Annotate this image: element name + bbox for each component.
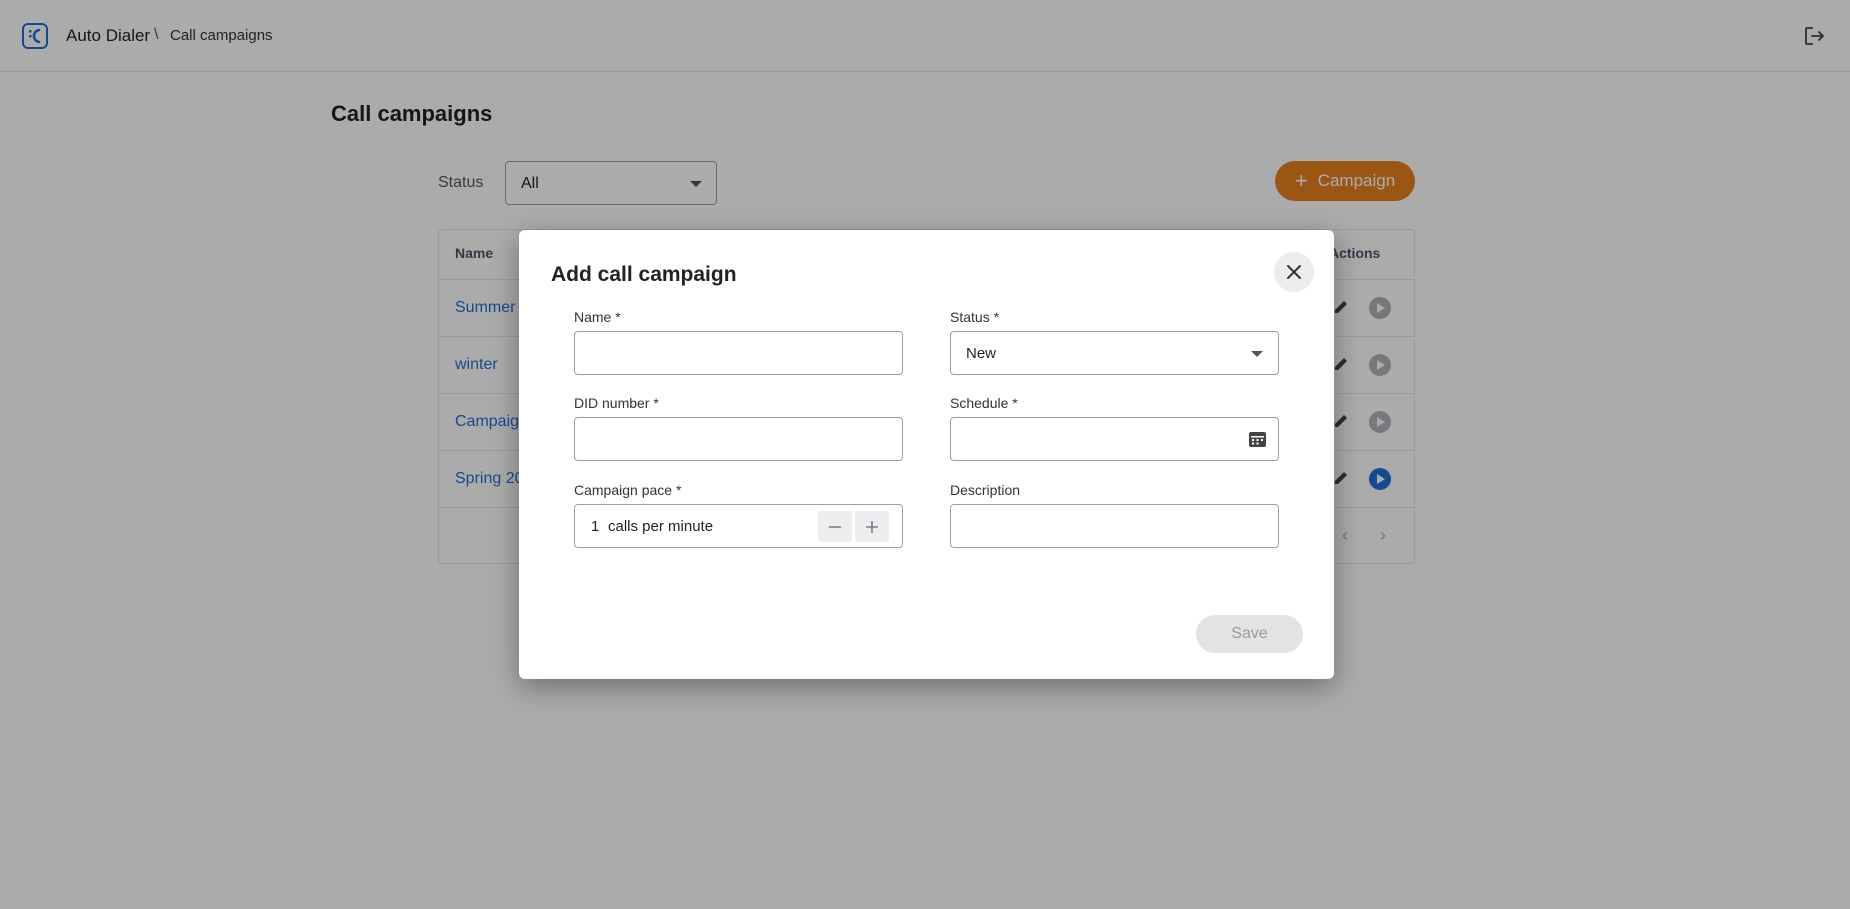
name-label: Name * bbox=[574, 309, 621, 325]
close-icon bbox=[1287, 265, 1301, 279]
did-number-label: DID number * bbox=[574, 395, 659, 411]
dialog-title: Add call campaign bbox=[551, 263, 737, 286]
calendar-icon[interactable] bbox=[1248, 430, 1267, 448]
name-input[interactable] bbox=[574, 331, 903, 375]
status-label: Status * bbox=[950, 309, 1000, 325]
campaign-pace-unit: calls per minute bbox=[608, 518, 714, 535]
add-campaign-dialog: Add call campaign Name * Status * New DI… bbox=[519, 230, 1334, 679]
schedule-input[interactable] bbox=[950, 417, 1279, 461]
status-select[interactable]: New bbox=[950, 331, 1279, 375]
description-label: Description bbox=[950, 482, 1021, 498]
plus-icon bbox=[866, 520, 878, 533]
chevron-down-icon bbox=[1251, 351, 1263, 357]
save-button[interactable]: Save bbox=[1196, 615, 1303, 653]
app-page: Auto Dialer \ Call campaigns Call campai… bbox=[0, 0, 1850, 909]
did-number-input[interactable] bbox=[574, 417, 903, 461]
minus-icon bbox=[829, 525, 841, 528]
campaign-pace-value: 1 bbox=[591, 518, 600, 535]
description-input[interactable] bbox=[950, 504, 1279, 548]
campaign-pace-label: Campaign pace * bbox=[574, 482, 682, 498]
close-button[interactable] bbox=[1274, 252, 1314, 292]
decrement-button[interactable] bbox=[818, 511, 852, 542]
increment-button[interactable] bbox=[855, 511, 889, 542]
schedule-label: Schedule * bbox=[950, 395, 1018, 411]
status-value: New bbox=[966, 345, 997, 362]
campaign-pace-stepper[interactable]: 1 calls per minute bbox=[574, 504, 903, 548]
